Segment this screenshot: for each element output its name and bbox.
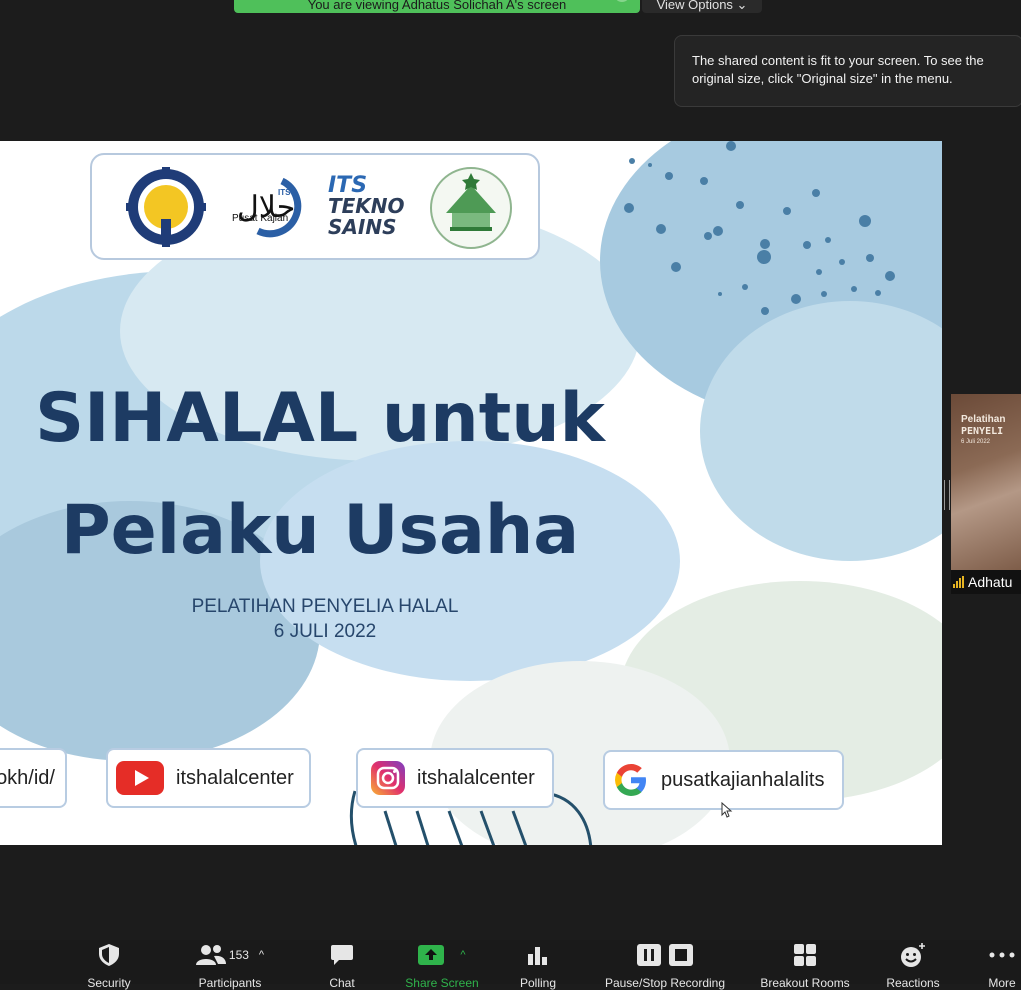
website-link-box: okh/id/ <box>0 748 67 808</box>
view-options-button[interactable]: View Options ⌄ <box>642 0 762 13</box>
stop-icon[interactable] <box>668 943 694 967</box>
mosque-seal-logo <box>430 167 512 249</box>
grid-icon <box>794 944 816 966</box>
fit-screen-tooltip: The shared content is fit to your screen… <box>674 35 1021 107</box>
google-icon <box>615 763 646 796</box>
chat-bubble-icon <box>331 945 353 965</box>
participant-video-tile[interactable]: Pelatihan PENYELI 6 Juli 2022 Adhatu <box>951 394 1021 594</box>
more-button[interactable]: More <box>982 940 1021 990</box>
chat-button[interactable]: Chat <box>320 940 364 990</box>
its-teknosains-logo: ITS TEKNO SAINS <box>328 173 405 239</box>
thumb-text-line2: PENYELI <box>961 426 1004 437</box>
its-emblem-logo <box>126 167 206 247</box>
emoji-add-icon <box>901 943 925 967</box>
halal-center-logo: حلال ITS <box>237 177 302 238</box>
google-handle: pusatkajianhalalits <box>661 768 825 791</box>
meeting-toolbar: Security 153 ^ Participants Chat ^ Share… <box>0 940 1021 990</box>
splatter-dots <box>624 141 895 315</box>
participants-icon <box>195 945 226 965</box>
subtitle-line2: 6 JULI 2022 <box>273 621 377 642</box>
shared-screen[interactable]: حلال ITS Pusat Kajian ITS TEKNO SAINS SI… <box>0 141 942 845</box>
instagram-icon <box>371 761 405 795</box>
panel-splitter-handle[interactable] <box>944 480 950 510</box>
thumb-text-line1: Pelatihan <box>961 414 1006 425</box>
security-button[interactable]: Security <box>78 940 140 990</box>
polling-button[interactable]: Polling <box>512 940 564 990</box>
slide-subtitle: PELATIHAN PENYELIA HALAL 6 JULI 2022 <box>130 594 520 644</box>
participant-video: Pelatihan PENYELI 6 Juli 2022 <box>951 394 1021 570</box>
youtube-icon <box>116 761 164 795</box>
shield-icon <box>99 944 119 966</box>
signal-strength-icon <box>953 576 965 588</box>
website-text: okh/id/ <box>0 766 55 789</box>
slide-title-line2: Pelaku Usaha <box>60 491 580 570</box>
svg-text:ITS: ITS <box>278 188 291 197</box>
more-dots-icon <box>989 952 1015 958</box>
thumb-text-line3: 6 Juli 2022 <box>961 439 991 445</box>
recording-controls[interactable]: Pause/Stop Recording <box>592 940 738 990</box>
participants-caret-icon[interactable]: ^ <box>259 949 264 961</box>
share-screen-icon <box>418 945 445 965</box>
share-screen-button[interactable]: ^ Share Screen <box>392 940 492 990</box>
viewing-banner-text: You are viewing Adhatus Solichah A's scr… <box>307 0 567 12</box>
participants-button[interactable]: 153 ^ Participants <box>180 940 280 990</box>
participants-count: 153 <box>228 948 249 962</box>
viewing-banner: You are viewing Adhatus Solichah A's scr… <box>234 0 640 13</box>
participant-name: Adhatu <box>968 574 1013 590</box>
instagram-link-box: itshalalcenter <box>356 748 554 808</box>
participant-name-label: Adhatu <box>953 574 1012 590</box>
reactions-button[interactable]: Reactions <box>880 940 946 990</box>
halal-logo-caption: Pusat Kajian <box>232 213 289 224</box>
youtube-link-box: itshalalcenter <box>106 748 311 808</box>
slide-title-line1: SIHALAL untuk <box>35 379 605 458</box>
banner-status-icon <box>614 0 630 2</box>
subtitle-line1: PELATIHAN PENYELIA HALAL <box>191 596 459 617</box>
breakout-rooms-button[interactable]: Breakout Rooms <box>752 940 858 990</box>
youtube-handle: itshalalcenter <box>176 766 294 789</box>
partner-logos-box: حلال ITS Pusat Kajian ITS TEKNO SAINS <box>90 153 540 260</box>
bar-chart-icon <box>528 947 547 965</box>
mouse-cursor-icon <box>721 802 733 818</box>
google-link-box: pusatkajianhalalits <box>603 750 844 810</box>
slide-title: SIHALAL untuk Pelaku Usaha <box>0 363 640 587</box>
instagram-handle: itshalalcenter <box>417 766 535 789</box>
share-screen-caret-icon[interactable]: ^ <box>460 949 465 961</box>
pause-icon[interactable] <box>636 943 662 967</box>
tooltip-text: The shared content is fit to your screen… <box>692 53 984 86</box>
